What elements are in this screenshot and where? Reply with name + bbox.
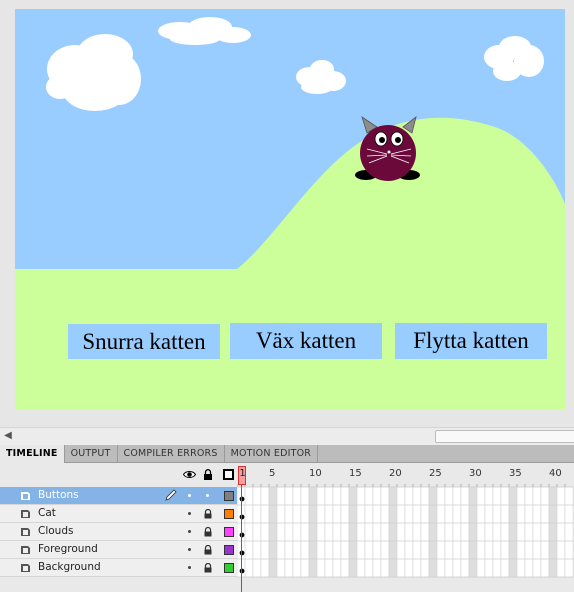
frame-number: 40 <box>549 468 562 479</box>
frame-number: 25 <box>429 468 442 479</box>
stage[interactable]: Snurra katten Väx katten Flytta katten <box>15 9 565 409</box>
playhead-frame-number: 1 <box>239 468 246 479</box>
eye-icon[interactable] <box>183 470 196 479</box>
cat-character[interactable] <box>355 115 420 181</box>
layer-color-swatch[interactable] <box>224 527 234 537</box>
frame-grid-lines <box>237 463 574 578</box>
flash-ide-window: Snurra katten Väx katten Flytta katten ◀… <box>0 0 574 592</box>
outline-icon[interactable] <box>223 469 234 480</box>
scrollbar-thumb[interactable] <box>435 430 574 443</box>
layer-color-swatch[interactable] <box>224 509 234 519</box>
lock-icon[interactable] <box>203 469 213 480</box>
tab-motion-editor[interactable]: MOTION EDITOR <box>225 445 319 463</box>
tab-timeline[interactable]: TIMELINE <box>0 445 65 464</box>
layer-row-background[interactable]: Background <box>0 559 237 577</box>
layer-name: Foreground <box>38 543 98 555</box>
frame-number: 30 <box>469 468 482 479</box>
lock-icon[interactable] <box>203 527 213 537</box>
layer-name: Cat <box>38 507 56 519</box>
grow-cat-button[interactable]: Väx katten <box>230 323 382 359</box>
spin-cat-button[interactable]: Snurra katten <box>68 324 220 359</box>
lock-icon[interactable] <box>203 563 213 573</box>
scroll-left-arrow-icon[interactable]: ◀ <box>2 430 14 442</box>
layer-name: Buttons <box>38 489 79 501</box>
timeline-panel: Buttons Cat Clouds Foreground Background… <box>0 463 574 592</box>
layer-color-swatch[interactable] <box>224 491 234 501</box>
layer-icon <box>21 528 30 536</box>
lock-icon[interactable] <box>203 509 213 519</box>
stage-horizontal-scrollbar[interactable]: ◀ <box>0 427 574 445</box>
layer-icon <box>21 564 30 572</box>
layer-row-clouds[interactable]: Clouds <box>0 523 237 541</box>
visibility-dot[interactable] <box>188 512 191 515</box>
layer-name: Background <box>38 561 101 573</box>
lock-icon[interactable] <box>203 545 213 555</box>
layer-row-cat[interactable]: Cat <box>0 505 237 523</box>
tab-compiler-errors[interactable]: COMPILER ERRORS <box>118 445 225 463</box>
panel-tab-bar: TIMELINE OUTPUT COMPILER ERRORS MOTION E… <box>0 445 574 464</box>
tab-output[interactable]: OUTPUT <box>65 445 118 463</box>
layer-color-swatch[interactable] <box>224 545 234 555</box>
layer-list: Buttons Cat Clouds Foreground Background <box>0 487 237 592</box>
visibility-dot[interactable] <box>188 566 191 569</box>
lock-dot[interactable] <box>206 494 209 497</box>
frame-number: 35 <box>509 468 522 479</box>
frame-number: 20 <box>389 468 402 479</box>
frame-grid[interactable]: 5 10 15 20 25 30 35 40 1 <box>237 463 574 592</box>
layer-row-foreground[interactable]: Foreground <box>0 541 237 559</box>
move-cat-button[interactable]: Flytta katten <box>395 323 547 359</box>
visibility-dot[interactable] <box>188 548 191 551</box>
layer-icon <box>21 492 30 500</box>
layer-icon <box>21 510 30 518</box>
frame-number: 15 <box>349 468 362 479</box>
visibility-dot[interactable] <box>188 530 191 533</box>
layer-row-buttons[interactable]: Buttons <box>0 487 237 505</box>
stage-pasteboard: Snurra katten Väx katten Flytta katten <box>0 0 574 427</box>
visibility-dot[interactable] <box>188 494 191 497</box>
pencil-icon <box>165 489 177 501</box>
layer-icon <box>21 546 30 554</box>
playhead-line <box>241 485 242 592</box>
frame-number: 5 <box>269 468 276 479</box>
layer-name: Clouds <box>38 525 74 537</box>
layer-color-swatch[interactable] <box>224 563 234 573</box>
frame-number: 10 <box>309 468 322 479</box>
